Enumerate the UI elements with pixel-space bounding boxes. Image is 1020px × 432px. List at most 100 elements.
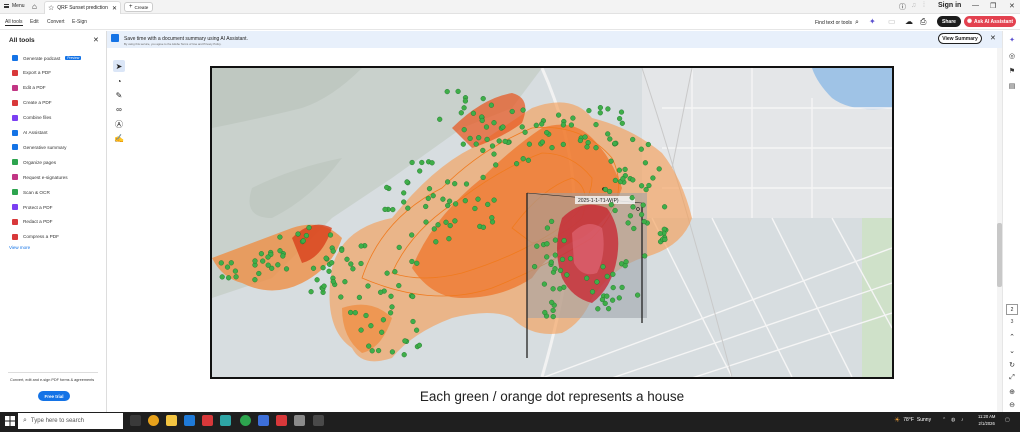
house-dot [514,161,520,167]
acrobat-icon[interactable] [276,415,287,426]
help-icon[interactable]: ⓘ [899,2,906,12]
summary-icon [111,34,119,42]
zoom-out-icon[interactable]: ⊖ [1006,401,1018,409]
tool-item[interactable]: Create a PDF [12,97,52,109]
view-summary-button[interactable]: View Summary [938,33,982,44]
free-trial-button[interactable]: Free trial [38,391,70,401]
tool-item[interactable]: Organize pages [12,156,56,168]
edge-icon[interactable] [184,415,195,426]
close-tab-icon[interactable]: ✕ [112,5,117,12]
chevron-up-icon[interactable]: ⌃ [1006,333,1018,341]
app2-icon[interactable] [294,415,305,426]
maximize-icon[interactable]: ❐ [990,2,996,10]
house-dot [577,137,584,144]
star-icon[interactable]: ☆ [48,4,54,12]
volume-icon[interactable]: ♪ [961,417,964,423]
chrome-alt-icon[interactable] [240,415,251,426]
house-dot [489,143,496,149]
house-dot [326,268,332,274]
tool-item[interactable]: Compress a PDF [12,231,59,243]
house-dot [218,260,224,266]
tool-item[interactable]: Scan & OCR [12,186,50,198]
nav-edit[interactable]: Edit [30,19,39,25]
house-dot [277,234,283,240]
tool-item[interactable]: Protect a PDF [12,201,52,213]
house-dot [589,289,596,295]
comment-icon[interactable]: ▭ [888,17,896,26]
network-icon[interactable]: ◍ [951,417,955,423]
print-icon[interactable]: ⎙ [920,17,926,27]
nav-convert[interactable]: Convert [47,19,65,25]
chevron-down-icon[interactable]: ⌄ [1006,347,1018,355]
create-button[interactable]: + Create [124,2,154,12]
comments-panel-icon[interactable]: ◎ [1006,52,1018,60]
page-number-input[interactable]: 2 [1006,304,1018,315]
tool-item[interactable]: Edit a PDF [12,82,46,94]
find-tools[interactable]: Find text or tools ⌕ [815,19,859,27]
app-icon[interactable] [220,415,231,426]
task-view-icon[interactable] [130,415,141,426]
cloud-icon[interactable]: ☁ [905,17,913,26]
tool-item[interactable]: Request e-signatures [12,171,68,183]
ask-ai-button[interactable]: ✺ Ask AI Assistant [964,16,1016,27]
draw-freehand-icon[interactable]: ∞ [113,103,125,115]
text-tool-icon[interactable]: Ⓐ [113,118,125,130]
house-dot [423,203,429,210]
tool-item[interactable]: Export a PDF [12,67,51,79]
ai-sparkle-icon[interactable]: ✦ [869,17,876,26]
thumbnails-panel-icon[interactable]: ▤ [1006,82,1018,90]
sign-tool-icon[interactable]: ✍ [113,132,125,144]
minimize-icon[interactable]: — [972,2,979,9]
house-dot [594,279,600,285]
youtube-icon[interactable] [202,415,213,426]
add-comment-icon[interactable]: ◔ [113,75,125,87]
taskbar-clock[interactable]: 11:20 AM 2/1/2026 [978,413,995,427]
notification-icon[interactable]: ▢ [1005,417,1010,423]
house-dot [509,108,515,115]
tray-chevron-icon[interactable]: ⌃ [942,417,946,423]
app3-icon[interactable] [313,415,324,426]
word-icon[interactable] [258,415,269,426]
document-tab[interactable]: ☆ QRF Sunset prediction 3... ✕ [44,1,121,14]
tool-item[interactable]: Combine files [12,112,51,124]
fit-page-icon[interactable]: ⤢ [1006,374,1018,382]
house-dot [445,203,451,209]
house-dot [384,270,390,276]
menu-button[interactable]: Menu [4,3,25,9]
close-panel-icon[interactable]: ✕ [93,36,99,44]
home-icon[interactable]: ⌂ [32,2,37,11]
house-dot [532,264,538,270]
tool-item[interactable]: AI Assistant [12,127,48,139]
house-dot [358,327,364,333]
zoom-in-icon[interactable]: ⊕ [1006,388,1018,396]
house-dot [549,218,555,225]
window-close-icon[interactable]: ✕ [1009,2,1015,10]
taskbar-search[interactable]: ⌕ Type here to search [18,413,123,429]
house-dot [607,188,613,195]
weather-widget[interactable]: ☀ 78°F Sunny [894,416,931,424]
apps-icon[interactable]: ⁞ [923,2,925,9]
view-more-link[interactable]: View more [9,245,30,250]
house-dot [440,196,446,202]
sign-in-link[interactable]: Sign in [938,2,961,9]
nav-esign[interactable]: E-Sign [72,19,87,25]
close-banner-icon[interactable]: ✕ [990,34,996,42]
nav-all-tools[interactable]: All tools [5,19,23,26]
refresh-icon[interactable]: ↻ [1006,361,1018,369]
house-dot [258,251,265,257]
select-cursor-icon[interactable]: ➤ [113,60,125,72]
tool-item[interactable]: Generate podcast Preview [12,52,82,64]
tool-icon [12,114,18,121]
windows-start-icon[interactable] [5,416,15,426]
bell-icon[interactable]: ♫ [911,2,916,9]
chrome-icon[interactable] [148,415,159,426]
highlight-pen-icon[interactable]: ✎ [113,89,125,101]
tool-item[interactable]: Generative summary [12,141,67,153]
house-dot [226,275,232,281]
house-dot [339,247,345,253]
share-button[interactable]: Share [937,16,961,27]
file-explorer-icon[interactable] [166,415,177,426]
bookmarks-panel-icon[interactable]: ⚑ [1006,67,1018,75]
tool-item[interactable]: Redact a PDF [12,216,52,228]
ai-panel-icon[interactable]: ✦ [1006,36,1018,44]
